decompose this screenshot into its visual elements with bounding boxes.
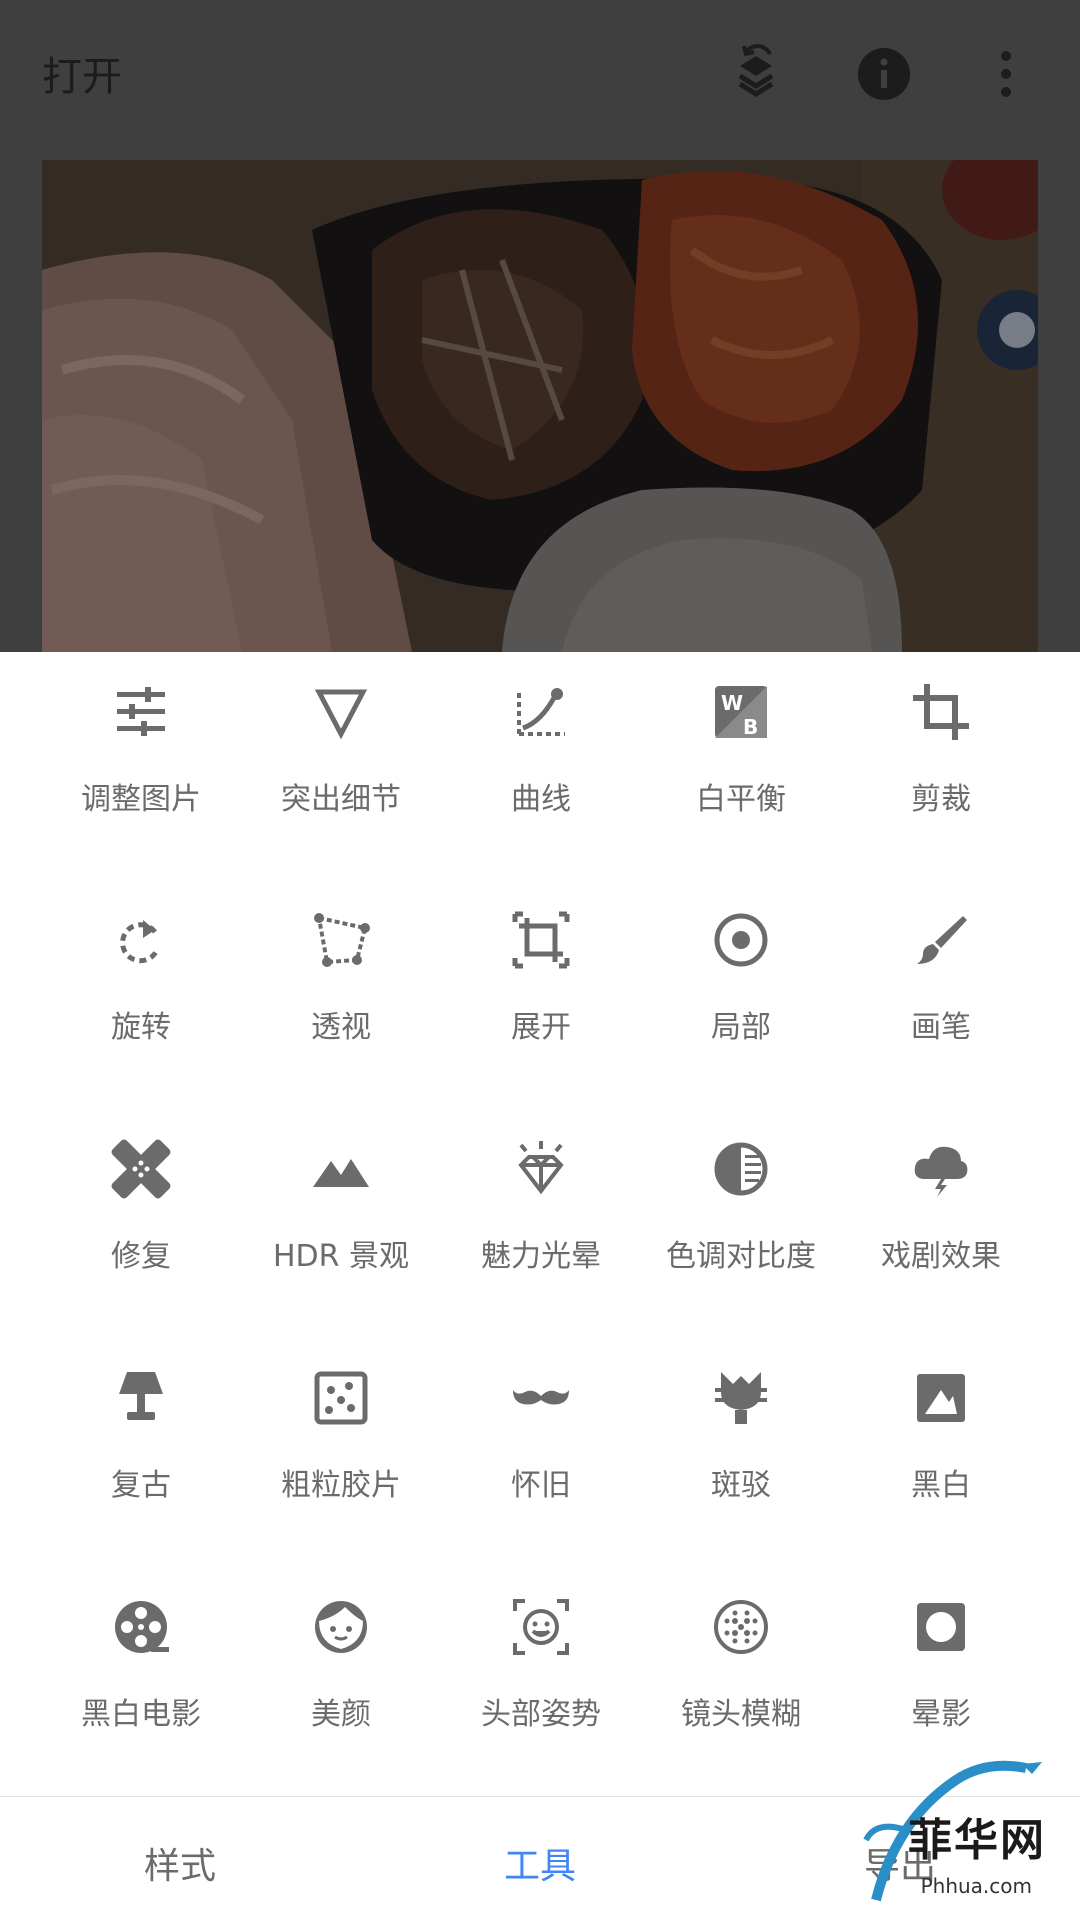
rotate-icon — [111, 910, 171, 970]
tool-healing[interactable]: 修复 — [41, 1109, 241, 1309]
tool-lens-blur[interactable]: 镜头模糊 — [641, 1567, 841, 1767]
tool-label: 粗粒胶片 — [281, 1468, 401, 1503]
noir-film-reel-icon — [111, 1597, 171, 1657]
tool-vintage[interactable]: 复古 — [41, 1338, 241, 1538]
layers-restore-icon[interactable] — [724, 42, 788, 106]
tool-label: 复古 — [111, 1468, 171, 1503]
tool-rotate[interactable]: 旋转 — [41, 880, 241, 1080]
tool-grunge[interactable]: 斑驳 — [641, 1338, 841, 1538]
grainy-film-icon — [311, 1368, 371, 1428]
tool-label: 晕影 — [911, 1697, 971, 1732]
white-balance-icon: W B — [711, 682, 771, 742]
tool-label: 色调对比度 — [666, 1239, 816, 1274]
tool-retrolux[interactable]: 怀旧 — [441, 1338, 641, 1538]
tool-label: 斑驳 — [711, 1468, 771, 1503]
tool-label: 展开 — [511, 1010, 571, 1045]
head-pose-icon — [511, 1597, 571, 1657]
tool-label: 修复 — [111, 1239, 171, 1274]
tool-label: 魅力光晕 — [481, 1239, 601, 1274]
photo-preview[interactable] — [42, 160, 1038, 652]
tool-label: 黑白 — [911, 1468, 971, 1503]
perspective-icon — [311, 910, 371, 970]
tool-label: 透视 — [311, 1010, 371, 1045]
tool-brush[interactable]: 画笔 — [841, 880, 1041, 1080]
tool-label: 突出细节 — [281, 782, 401, 817]
vintage-lamp-icon — [111, 1368, 171, 1428]
tool-label: 局部 — [711, 1010, 771, 1045]
details-icon — [311, 682, 371, 742]
tool-label: 画笔 — [911, 1010, 971, 1045]
tool-noir[interactable]: 黑白电影 — [41, 1567, 241, 1767]
tool-label: 旋转 — [111, 1010, 171, 1045]
tool-glamour-glow[interactable]: 魅力光晕 — [441, 1109, 641, 1309]
tool-black-white[interactable]: 黑白 — [841, 1338, 1041, 1538]
tool-head-pose[interactable]: 头部姿势 — [441, 1567, 641, 1767]
retrolux-mustache-icon — [511, 1368, 571, 1428]
tool-details[interactable]: 突出细节 — [241, 652, 441, 852]
grunge-icon — [711, 1368, 771, 1428]
app-bar: 打开 — [0, 0, 1080, 150]
open-button[interactable]: 打开 — [42, 44, 122, 102]
tool-hdr-landscape[interactable]: HDR 景观 — [241, 1109, 441, 1309]
tool-perspective[interactable]: 透视 — [241, 880, 441, 1080]
tool-expand[interactable]: 展开 — [441, 880, 641, 1080]
healing-icon — [111, 1139, 171, 1199]
tool-label: 剪裁 — [911, 782, 971, 817]
tool-label: 头部姿势 — [481, 1697, 601, 1732]
tool-drama[interactable]: 戏剧效果 — [841, 1109, 1041, 1309]
tab-styles[interactable]: 样式 — [144, 1837, 216, 1889]
curves-icon — [511, 682, 571, 742]
expand-icon — [511, 910, 571, 970]
tool-label: 调整图片 — [81, 782, 201, 817]
tool-tonal-contrast[interactable]: 色调对比度 — [641, 1109, 841, 1309]
svg-text:W: W — [721, 691, 743, 715]
tool-label: 白平衡 — [696, 782, 786, 817]
tool-grainy-film[interactable]: 粗粒胶片 — [241, 1338, 441, 1538]
selective-icon — [711, 910, 771, 970]
tonal-contrast-icon — [711, 1139, 771, 1199]
tool-portrait[interactable]: 美颜 — [241, 1567, 441, 1767]
tool-curves[interactable]: 曲线 — [441, 652, 641, 852]
watermark-text: 菲华网 — [908, 1815, 1046, 1866]
tool-label: 美颜 — [311, 1697, 371, 1732]
watermark-sub: Phhua.com — [920, 1874, 1032, 1898]
drama-icon — [911, 1139, 971, 1199]
crop-icon — [911, 682, 971, 742]
glamour-glow-icon — [511, 1139, 571, 1199]
tab-tools[interactable]: 工具 — [504, 1837, 576, 1889]
tune-icon — [111, 682, 171, 742]
tool-label: 怀旧 — [511, 1468, 571, 1503]
info-icon[interactable] — [852, 42, 916, 106]
tool-vignette[interactable]: 晕影 — [841, 1567, 1041, 1767]
hdr-landscape-icon — [311, 1139, 371, 1199]
more-vert-icon[interactable] — [974, 42, 1038, 106]
brush-icon — [911, 910, 971, 970]
tool-crop[interactable]: 剪裁 — [841, 652, 1041, 852]
portrait-face-icon — [311, 1597, 371, 1657]
tool-label: 戏剧效果 — [881, 1239, 1001, 1274]
lens-blur-icon — [711, 1597, 771, 1657]
tool-label: 镜头模糊 — [681, 1697, 801, 1732]
black-white-icon — [911, 1368, 971, 1428]
tool-white-balance[interactable]: W B 白平衡 — [641, 652, 841, 852]
photo-area — [0, 150, 1080, 652]
vignette-icon — [911, 1597, 971, 1657]
tool-tune-image[interactable]: 调整图片 — [41, 652, 241, 852]
tool-label: 黑白电影 — [81, 1697, 201, 1732]
svg-text:B: B — [743, 715, 758, 739]
tool-selective[interactable]: 局部 — [641, 880, 841, 1080]
tools-panel: 调整图片 突出细节 曲线 W B 白平衡 剪裁 旋转 透视 展开 局部 画笔 修… — [0, 652, 1080, 1796]
tool-label: 曲线 — [511, 782, 571, 817]
site-watermark: 菲华网 Phhua.com — [846, 1760, 1066, 1910]
tool-label: HDR 景观 — [272, 1239, 410, 1274]
